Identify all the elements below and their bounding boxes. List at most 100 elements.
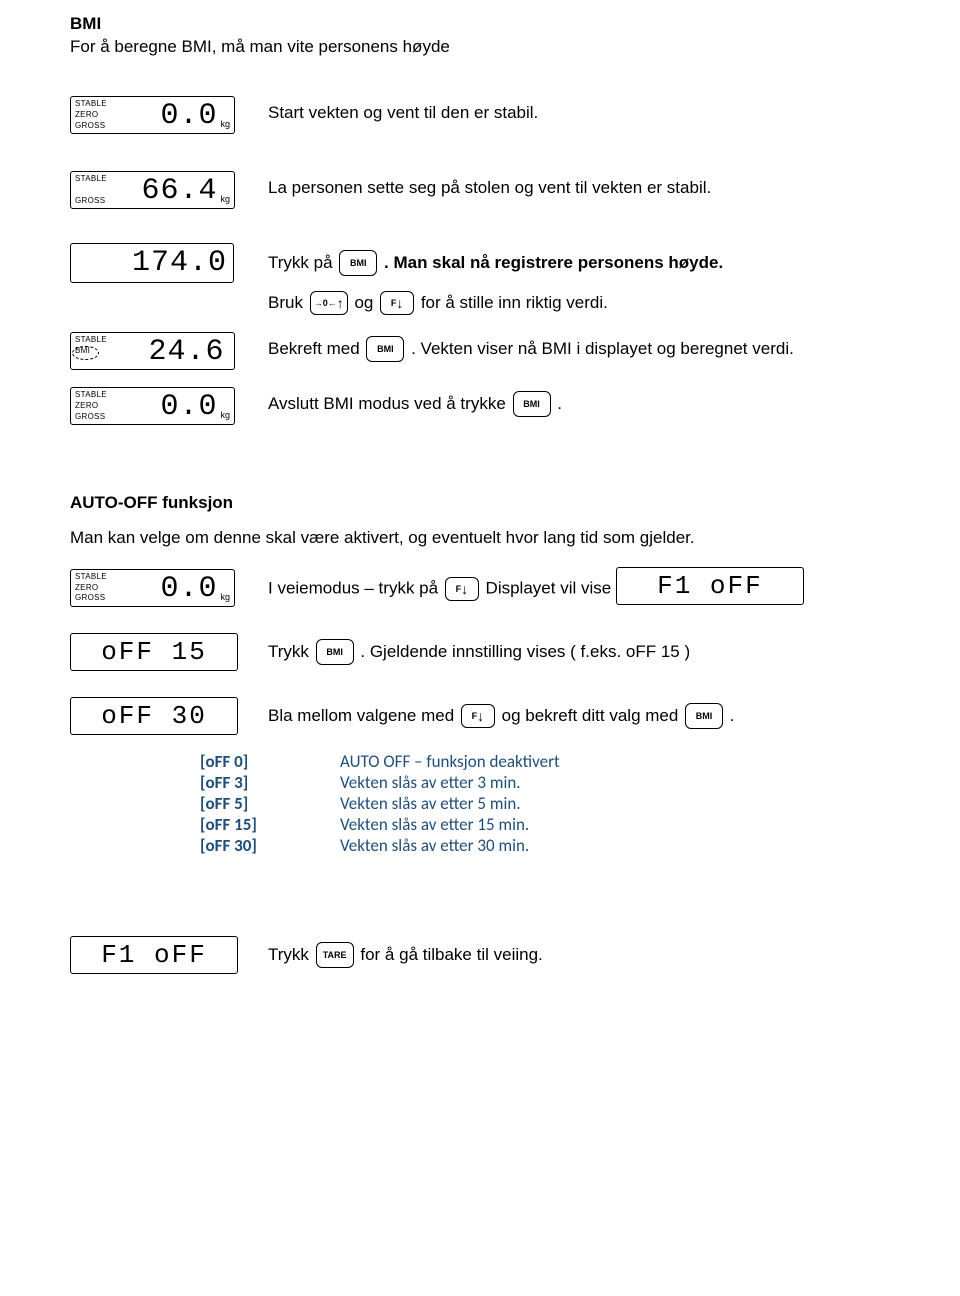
text-part: for å gå tilbake til veiing. [360,945,542,964]
lcd-unit: kg [219,410,234,424]
heading-autooff: AUTO-OFF funksjon [70,493,890,513]
heading-bmi: BMI [70,14,890,34]
table-row: [oFF 5] Vekten slås av etter 5 min. [200,793,890,814]
option-key: [oFF 0] [200,751,340,772]
step-text: I veiemodus – trykk på F↓ Displayet vil … [268,567,804,605]
lcd-display-5: STABLE ZERO GROSS 0.0 kg [70,387,235,425]
option-value: Vekten slås av etter 30 min. [340,835,529,856]
lcd-indicator-stable: STABLE [75,573,107,581]
lcd-indicator-zero: ZERO [75,584,107,592]
step-text: Avslutt BMI modus ved å trykke BMI . [268,391,562,417]
text-part: Bruk [268,293,308,312]
text-part: Bla mellom valgene med [268,706,459,725]
step-row: STABLE GROSS 66.4 kg La personen sette s… [70,168,890,209]
lcd-unit: kg [219,592,234,606]
lcd-value: 0.0 [111,388,220,424]
text-part: og [354,293,378,312]
lcd-indicator-stable: STABLE [75,175,107,183]
text-part: Trykk på [268,253,337,272]
lcd-display-f1off: F1 oFF [616,567,804,605]
step-text: Bla mellom valgene med F↓ og bekreft dit… [268,703,735,729]
step-text: Trykk BMI . Gjeldende innstilling vises … [268,639,690,665]
step-row: STABLE BMI 24.6 Bekreft med BMI . Vekten… [70,329,890,370]
bmi-key-icon: BMI [685,703,723,729]
bmi-key-icon: BMI [316,639,354,665]
lcd-indicator-bmi: BMI [75,347,107,355]
tare-key-icon: TARE [316,942,354,968]
lcd-value: 24.6 [111,333,227,369]
lcd-indicator-gross: GROSS [75,197,107,205]
step-row: STABLE ZERO GROSS 0.0 kg Avslutt BMI mod… [70,384,890,425]
bmi-key-icon: BMI [366,336,404,362]
step-text: Trykk TARE for å gå tilbake til veiing. [268,942,543,968]
step-row: STABLE ZERO GROSS 0.0 kg Start vekten og… [70,93,890,134]
text-part: Displayet vil vise [486,579,616,598]
option-value: Vekten slås av etter 5 min. [340,793,521,814]
text-part-bold: . Man skal nå registrere personens høyde… [384,253,723,272]
step-text: Start vekten og vent til den er stabil. [268,103,538,123]
lcd-indicator-zero: ZERO [75,111,107,119]
text-part: I veiemodus – trykk på [268,579,443,598]
step-row: STABLE ZERO GROSS 0.0 kg I veiemodus – t… [70,566,890,607]
lcd-value: 66.4 [111,172,220,208]
step-row: oFF 15 Trykk BMI . Gjeldende innstilling… [70,633,890,671]
autooff-intro: Man kan velge om denne skal være aktiver… [70,527,890,550]
lcd-indicator-gross: GROSS [75,413,107,421]
lcd-display-1: STABLE ZERO GROSS 0.0 kg [70,96,235,134]
text-part: Bekreft med [268,339,364,358]
lcd-unit: kg [219,119,234,133]
step-row: 174.0 Trykk på BMI . Man skal nå registr… [70,243,890,283]
text-part: og bekreft ditt valg med [502,706,683,725]
lcd-indicator-stable: STABLE [75,336,107,344]
table-row: [oFF 30] Vekten slås av etter 30 min. [200,835,890,856]
bmi-key-icon: BMI [513,391,551,417]
text-part: . Gjeldende innstilling vises ( f.eks. o… [360,642,690,661]
lcd-indicator-gross: GROSS [75,594,107,602]
text-part: Avslutt BMI modus ved å trykke [268,394,511,413]
option-value: Vekten slås av etter 15 min. [340,814,529,835]
table-row: [oFF 0] AUTO OFF – funksjon deaktivert [200,751,890,772]
step-row: oFF 30 Bla mellom valgene med F↓ og bekr… [70,697,890,735]
bmi-key-icon: BMI [339,250,377,276]
lcd-display-f1off-2: F1 oFF [70,936,238,974]
lcd-display-4: STABLE BMI 24.6 [70,332,235,370]
lcd-display-2: STABLE GROSS 66.4 kg [70,171,235,209]
table-row: [oFF 15] Vekten slås av etter 15 min. [200,814,890,835]
text-part: for å stille inn riktig verdi. [421,293,608,312]
zero-key-icon: →0←↑ [310,291,348,315]
option-key: [oFF 3] [200,772,340,793]
text-part: . [557,394,562,413]
lcd-display-3: 174.0 [70,243,234,283]
lcd-indicator-gross: GROSS [75,122,107,130]
step-text: Bekreft med BMI . Vekten viser nå BMI i … [268,336,794,362]
option-value: Vekten slås av etter 3 min. [340,772,521,793]
text-part: . [730,706,735,725]
lcd-display-6: STABLE ZERO GROSS 0.0 kg [70,569,235,607]
intro-text: For å beregne BMI, må man vite personens… [70,36,890,59]
page: BMI For å beregne BMI, må man vite perso… [0,0,960,1014]
lcd-indicator-stable: STABLE [75,100,107,108]
lcd-value: 0.0 [111,570,220,606]
option-key: [oFF 5] [200,793,340,814]
text-part: Trykk [268,945,314,964]
lcd-display-off30: oFF 30 [70,697,238,735]
lcd-indicator-stable: STABLE [75,391,107,399]
lcd-unit: kg [219,194,234,208]
text-part: Trykk [268,642,314,661]
step-text: Bruk →0←↑ og F↓ for å stille inn riktig … [268,291,608,315]
f-key-icon: F↓ [445,577,479,601]
step-row: F1 oFF Trykk TARE for å gå tilbake til v… [70,936,890,974]
step-text: Trykk på BMI . Man skal nå registrere pe… [268,250,723,276]
option-value: AUTO OFF – funksjon deaktivert [340,751,560,772]
option-key: [oFF 30] [200,835,340,856]
step-text: La personen sette seg på stolen og vent … [268,178,711,198]
f-key-icon: F↓ [461,704,495,728]
text-part: . Vekten viser nå BMI i displayet og ber… [411,339,794,358]
autooff-options-table: [oFF 0] AUTO OFF – funksjon deaktivert [… [200,751,890,856]
lcd-indicator-zero: ZERO [75,402,107,410]
option-key: [oFF 15] [200,814,340,835]
table-row: [oFF 3] Vekten slås av etter 3 min. [200,772,890,793]
lcd-value: 0.0 [111,97,220,133]
step-row: Bruk →0←↑ og F↓ for å stille inn riktig … [70,291,890,315]
f-key-icon: F↓ [380,291,414,315]
